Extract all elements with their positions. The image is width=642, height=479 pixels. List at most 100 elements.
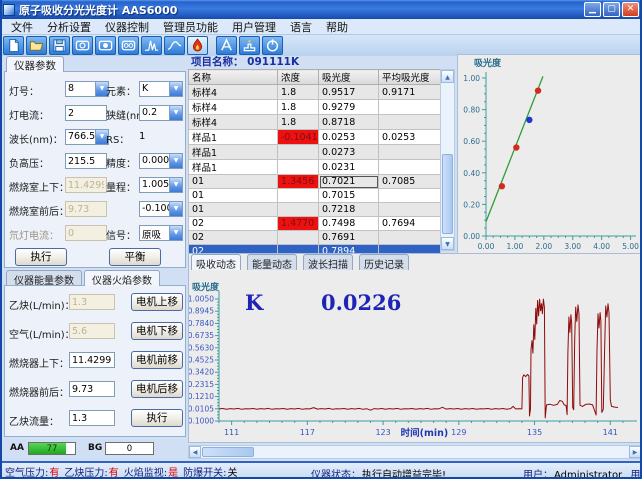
table-scrollbar-thumb[interactable] <box>442 154 453 234</box>
menu-item[interactable]: 管理员功能 <box>156 19 225 35</box>
lamp-energy-icon[interactable] <box>95 36 116 55</box>
tab-instrument-params[interactable]: 仪器参数 <box>6 56 64 72</box>
table-row[interactable]: 标样41.80.9279 <box>189 100 441 115</box>
chevron-down-icon[interactable]: ▼ <box>169 202 182 216</box>
text-input[interactable] <box>65 153 107 169</box>
cell-avg-absorbance[interactable] <box>379 100 441 115</box>
text-input[interactable] <box>69 381 115 397</box>
cell-name[interactable]: 02 <box>189 231 278 245</box>
open-folder-button[interactable] <box>26 36 47 55</box>
cell-concentration[interactable]: -0.1041 <box>278 130 319 145</box>
scroll-left-icon[interactable]: ◀ <box>189 446 201 458</box>
tab-dyn-3[interactable]: 历史记录 <box>359 254 409 270</box>
table-row[interactable]: 010.7218 <box>189 203 441 217</box>
cell-absorbance[interactable]: 0.0231 <box>319 160 379 175</box>
column-header[interactable]: 吸光度 <box>319 70 379 85</box>
motor-button[interactable]: 电机前移 <box>131 351 183 369</box>
baseline-scan-icon[interactable] <box>164 36 185 55</box>
motor-button[interactable]: 执行 <box>131 409 183 427</box>
cell-absorbance[interactable]: 0.0273 <box>319 145 379 160</box>
cell-absorbance[interactable]: 0.8718 <box>319 115 379 130</box>
cell-name[interactable]: 标样4 <box>189 115 278 130</box>
new-file-button[interactable] <box>3 36 24 55</box>
wavelength-peak-icon[interactable] <box>141 36 162 55</box>
cell-avg-absorbance[interactable]: 0.7694 <box>379 217 441 231</box>
menu-item[interactable]: 分析设置 <box>40 19 98 35</box>
chart-scrollbar[interactable]: ◀ ▶ <box>188 445 642 459</box>
execute-button[interactable]: 执行 <box>15 248 67 266</box>
chevron-down-icon[interactable]: ▼ <box>169 178 182 192</box>
cell-concentration[interactable]: 1.8 <box>278 100 319 115</box>
cell-avg-absorbance[interactable] <box>379 145 441 160</box>
chevron-down-icon[interactable]: ▼ <box>169 226 182 240</box>
cell-concentration[interactable]: 1.4770 <box>278 217 319 231</box>
dropdown[interactable]: 0.0000▼ <box>139 153 183 169</box>
cell-avg-absorbance[interactable] <box>379 203 441 217</box>
table-row[interactable]: 021.47700.74980.7694 <box>189 217 441 231</box>
column-header[interactable]: 平均吸光度 <box>379 70 441 85</box>
cell-avg-absorbance[interactable] <box>379 189 441 203</box>
cell-name[interactable]: 01 <box>189 203 278 217</box>
tab-flame-1[interactable]: 仪器火焰参数 <box>84 270 160 286</box>
chart-scrollbar-thumb[interactable] <box>202 447 254 457</box>
cell-absorbance[interactable]: 0.9279 <box>319 100 379 115</box>
power-icon[interactable] <box>262 36 283 55</box>
menu-item[interactable]: 仪器控制 <box>98 19 156 35</box>
column-header[interactable]: 浓度 <box>278 70 319 85</box>
table-row[interactable]: 样品1-0.10410.02530.0253 <box>189 130 441 145</box>
cell-name[interactable]: 02 <box>189 217 278 231</box>
cell-concentration[interactable] <box>278 189 319 203</box>
table-row[interactable]: 标样41.80.8718 <box>189 115 441 130</box>
cell-absorbance[interactable]: 0.7021 <box>319 175 379 189</box>
cell-concentration[interactable]: 1.3456 <box>278 175 319 189</box>
burner-position-icon[interactable] <box>239 36 260 55</box>
table-row[interactable]: 011.34560.70210.7085 <box>189 175 441 189</box>
balance-button[interactable]: 平衡 <box>109 248 161 266</box>
cell-name[interactable]: 样品1 <box>189 160 278 175</box>
dropdown[interactable]: 8▼ <box>65 81 109 97</box>
chevron-down-icon[interactable]: ▼ <box>169 154 182 168</box>
cell-concentration[interactable]: 1.8 <box>278 115 319 130</box>
cell-name[interactable]: 标样4 <box>189 100 278 115</box>
dropdown[interactable]: 1.0050▼ <box>139 177 183 193</box>
dropdown[interactable]: K▼ <box>139 81 183 97</box>
cell-name[interactable]: 01 <box>189 189 278 203</box>
scroll-down-icon[interactable]: ▼ <box>441 237 454 250</box>
table-scrollbar[interactable]: ▲ ▼ <box>440 69 455 251</box>
cell-name[interactable]: 标样4 <box>189 85 278 100</box>
cell-avg-absorbance[interactable]: 0.7085 <box>379 175 441 189</box>
lamp-select-icon[interactable] <box>72 36 93 55</box>
cell-absorbance[interactable]: 0.9517 <box>319 85 379 100</box>
text-input[interactable] <box>69 410 115 426</box>
menu-item[interactable]: 语言 <box>283 19 319 35</box>
table-row[interactable]: 02 0.7691 <box>189 231 441 245</box>
cell-avg-absorbance[interactable]: 0.9171 <box>379 85 441 100</box>
table-row[interactable]: 样品1 0.0273 <box>189 145 441 160</box>
cell-name[interactable]: 样品1 <box>189 145 278 160</box>
table-row[interactable]: 01 0.7015 <box>189 189 441 203</box>
cell-concentration[interactable] <box>278 160 319 175</box>
chevron-down-icon[interactable]: ▼ <box>169 106 182 120</box>
table-row[interactable]: 样品1 0.0231 <box>189 160 441 175</box>
table-row[interactable]: 标样41.80.95170.9171 <box>189 85 441 100</box>
cell-absorbance[interactable]: 0.7015 <box>319 189 379 203</box>
tab-dyn-2[interactable]: 波长扫描 <box>303 254 353 270</box>
dropdown[interactable]: 原吸▼ <box>139 225 183 241</box>
cell-concentration[interactable] <box>278 231 319 245</box>
cell-absorbance[interactable]: 0.0253 <box>319 130 379 145</box>
save-button[interactable] <box>49 36 70 55</box>
dropdown[interactable]: -0.1000▼ <box>139 201 183 217</box>
cell-name[interactable]: 01 <box>189 175 278 189</box>
motor-button[interactable]: 电机下移 <box>131 322 183 340</box>
cell-absorbance[interactable]: 0.7691 <box>319 231 379 245</box>
motor-button[interactable]: 电机上移 <box>131 293 183 311</box>
dropdown[interactable]: 766.5▼ <box>65 129 109 145</box>
tab-flame-0[interactable]: 仪器能量参数 <box>6 270 82 286</box>
cell-avg-absorbance[interactable]: 0.0253 <box>379 130 441 145</box>
lamp-gain-icon[interactable] <box>118 36 139 55</box>
chevron-down-icon[interactable]: ▼ <box>169 82 182 96</box>
scroll-up-icon[interactable]: ▲ <box>441 70 454 83</box>
cell-concentration[interactable]: 1.8 <box>278 85 319 100</box>
cell-concentration[interactable] <box>278 145 319 160</box>
close-button[interactable]: ✕ <box>622 2 639 17</box>
